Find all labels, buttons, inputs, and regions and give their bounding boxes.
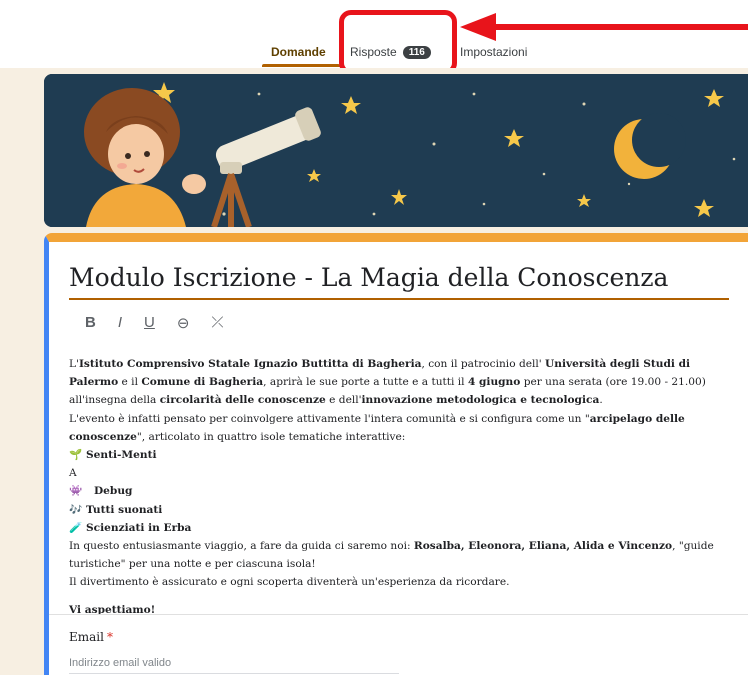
stargazing-illustration bbox=[44, 74, 748, 227]
flask-icon: 🧪 bbox=[69, 521, 83, 534]
annotation-arrow bbox=[460, 13, 748, 41]
link-icon[interactable]: ⊖ bbox=[177, 314, 190, 332]
highlight-box bbox=[339, 10, 457, 75]
description-paragraph-2: L'evento è infatti pensato per coinvolge… bbox=[69, 412, 685, 443]
email-input[interactable] bbox=[69, 653, 399, 674]
header-banner bbox=[44, 74, 748, 227]
underline-button[interactable]: U bbox=[144, 314, 155, 332]
bold-button[interactable]: B bbox=[85, 314, 96, 332]
form-header-card: Modulo Iscrizione - La Magia della Conos… bbox=[44, 233, 748, 675]
island-item: 🧪 Scienziati in Erba bbox=[69, 519, 734, 537]
required-asterisk: * bbox=[106, 630, 113, 644]
formatting-toolbar: B I U ⊖ ⤫ bbox=[85, 314, 223, 332]
form-title[interactable]: Modulo Iscrizione - La Magia della Conos… bbox=[69, 263, 729, 300]
music-notes-icon: 🎶 bbox=[69, 503, 83, 516]
island-item: 🎶 Tutti suonati bbox=[69, 501, 734, 519]
description-paragraph-1: L'Istituto Comprensivo Statale Ignazio B… bbox=[69, 358, 706, 407]
italic-button[interactable]: I bbox=[118, 314, 122, 332]
description-closing: Vi aspettiamo! bbox=[69, 603, 156, 616]
island-item: 🌱 Senti-Menti bbox=[69, 446, 734, 464]
robot-icon: A👾 bbox=[69, 467, 83, 498]
active-tab-indicator bbox=[262, 64, 340, 67]
tab-impostazioni[interactable]: Impostazioni bbox=[460, 45, 527, 59]
description-paragraph-4: Il divertimento è assicurato e ogni scop… bbox=[69, 576, 510, 589]
clear-formatting-icon[interactable]: ⤫ bbox=[211, 314, 223, 332]
section-divider bbox=[49, 614, 748, 615]
description-paragraph-3: In questo entusiasmante viaggio, a fare … bbox=[69, 540, 714, 571]
form-description[interactable]: L'Istituto Comprensivo Statale Ignazio B… bbox=[69, 355, 734, 619]
sprout-icon: 🌱 bbox=[69, 449, 83, 462]
island-item: A👾 Debug bbox=[69, 464, 734, 500]
tab-domande[interactable]: Domande bbox=[271, 45, 326, 59]
email-question-label: Email * bbox=[69, 630, 113, 644]
